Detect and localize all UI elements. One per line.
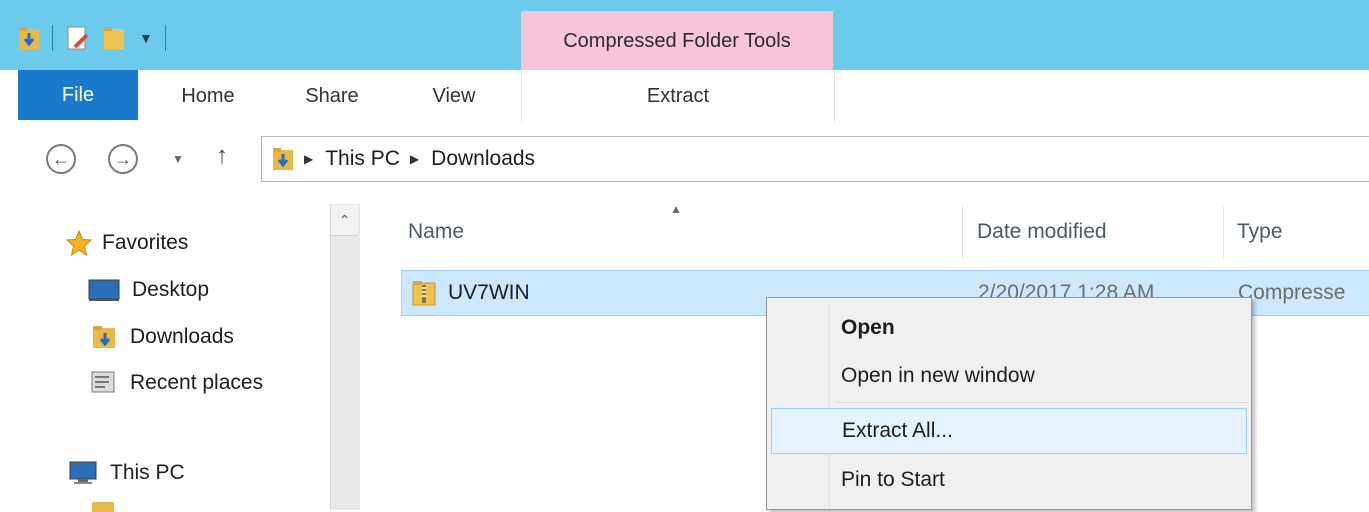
navigation-pane: Favorites Desktop Downloads Recent place… <box>0 196 330 512</box>
menu-item-pin-to-start[interactable]: Pin to Start <box>771 458 1247 502</box>
downloads-folder-icon[interactable] <box>18 25 40 51</box>
file-name: UV7WIN <box>448 281 530 304</box>
qat-separator <box>164 25 166 51</box>
ribbon-tabs: File Home Share View Extract <box>0 70 1369 123</box>
folder-icon <box>92 502 114 512</box>
tab-view[interactable]: View <box>414 70 494 122</box>
breadcrumb-chevron-icon[interactable]: ▶ <box>304 152 313 166</box>
properties-icon[interactable] <box>65 25 91 51</box>
column-type[interactable]: Type <box>1237 206 1367 258</box>
navigation-bar: ← → ▼ ↑ ▶ This PC ▶ Downloads <box>0 122 1369 196</box>
menu-item-open[interactable]: Open <box>771 306 1247 350</box>
context-menu: Open Open in new window Extract All... P… <box>766 297 1252 510</box>
chevron-up-icon: ⌃ <box>338 211 351 228</box>
nav-item-this-pc[interactable]: This PC <box>66 460 185 486</box>
nav-item-desktop[interactable]: Desktop <box>88 278 209 302</box>
recent-places-icon <box>90 370 118 396</box>
back-button[interactable]: ← <box>46 144 76 174</box>
up-button[interactable]: ↑ <box>216 142 228 170</box>
recent-locations-dropdown[interactable]: ▼ <box>172 152 184 166</box>
new-folder-icon[interactable] <box>103 25 125 51</box>
nav-pane-scrollbar[interactable] <box>330 204 360 510</box>
chevron-down-icon: ▼ <box>172 152 184 166</box>
column-name[interactable]: Name <box>408 206 958 258</box>
column-divider[interactable] <box>1223 206 1224 258</box>
downloads-folder-icon <box>272 146 294 172</box>
breadcrumb-chevron-icon[interactable]: ▶ <box>410 152 419 166</box>
tab-extract[interactable]: Extract <box>521 70 835 122</box>
qat-separator <box>52 25 53 51</box>
star-icon <box>65 229 93 257</box>
computer-icon <box>66 460 100 486</box>
breadcrumb-downloads[interactable]: Downloads <box>431 147 535 171</box>
nav-item-downloads[interactable]: Downloads <box>92 324 234 350</box>
nav-item-favorites[interactable]: Favorites <box>65 229 188 257</box>
file-type: Compresse <box>1238 281 1346 304</box>
forward-button[interactable]: → <box>108 144 138 174</box>
tab-share[interactable]: Share <box>292 70 372 122</box>
tab-home[interactable]: Home <box>168 70 248 122</box>
qat-dropdown-icon[interactable]: ▼ <box>139 30 153 46</box>
breadcrumb-this-pc[interactable]: This PC <box>325 147 400 171</box>
nav-item-recent-places[interactable]: Recent places <box>90 370 263 396</box>
tab-file[interactable]: File <box>18 70 138 120</box>
up-arrow-icon: ↑ <box>216 142 228 169</box>
scroll-up-button[interactable]: ⌃ <box>331 205 358 236</box>
menu-item-open-in-new-window[interactable]: Open in new window <box>771 354 1247 398</box>
menu-separator <box>837 402 1247 403</box>
back-arrow-icon: ← <box>52 148 70 169</box>
address-bar[interactable]: ▶ This PC ▶ Downloads <box>261 136 1369 182</box>
quick-access-toolbar: ▼ <box>18 20 178 56</box>
menu-item-extract-all[interactable]: Extract All... <box>771 408 1247 454</box>
zip-folder-icon <box>412 279 436 312</box>
column-date-modified[interactable]: Date modified <box>977 206 1217 258</box>
compressed-folder-tools-label: Compressed Folder Tools <box>521 11 833 71</box>
desktop-icon <box>88 278 120 302</box>
column-divider[interactable] <box>962 206 963 258</box>
column-header-row: ▲ Name Date modified Type <box>370 202 1369 258</box>
downloads-folder-icon <box>92 324 118 350</box>
forward-arrow-icon: → <box>114 148 132 169</box>
